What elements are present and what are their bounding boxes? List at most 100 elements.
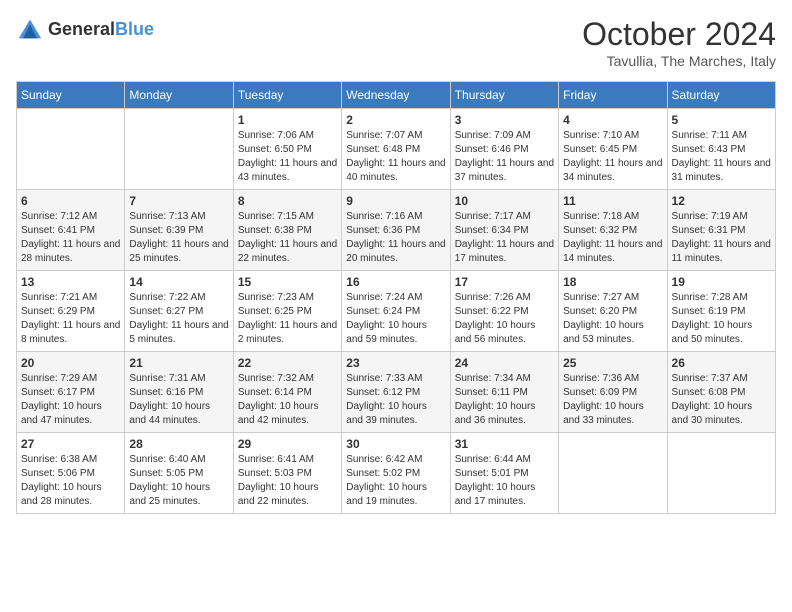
day-number: 27: [21, 437, 120, 451]
day-number: 22: [238, 356, 337, 370]
calendar-cell: 21Sunrise: 7:31 AMSunset: 6:16 PMDayligh…: [125, 352, 233, 433]
calendar-cell: 17Sunrise: 7:26 AMSunset: 6:22 PMDayligh…: [450, 271, 558, 352]
calendar-cell: [667, 433, 775, 514]
day-number: 26: [672, 356, 771, 370]
calendar-cell: 12 Sunrise: 7:19 AMSunset: 6:31 PMDayligh…: [667, 190, 775, 271]
calendar-table: Sunday Monday Tuesday Wednesday Thursday…: [16, 81, 776, 514]
calendar-cell: 14 Sunrise: 7:22 AMSunset: 6:27 PMDayligh…: [125, 271, 233, 352]
day-number: 28: [129, 437, 228, 451]
logo-icon: [16, 16, 44, 44]
day-info: Sunrise: 6:42 AMSunset: 5:02 PMDaylight:…: [346, 453, 445, 509]
day-number: 25: [563, 356, 662, 370]
day-info: Sunrise: 7:07 AMSunset: 6:48 PMDaylight:…: [346, 129, 445, 185]
day-info: Sunrise: 6:40 AMSunset: 5:05 PMDaylight:…: [129, 453, 228, 509]
title-block: October 2024 Tavullia, The Marches, Ital…: [582, 16, 776, 69]
calendar-cell: 10 Sunrise: 7:17 AMSunset: 6:34 PMDayligh…: [450, 190, 558, 271]
day-info: Sunrise: 6:38 AMSunset: 5:06 PMDaylight:…: [21, 453, 120, 509]
day-info: Sunrise: 7:13 AMSunset: 6:39 PMDaylight:…: [129, 210, 228, 266]
day-number: 5: [672, 113, 771, 127]
day-number: 13: [21, 275, 120, 289]
calendar-cell: 31 Sunrise: 6:44 AMSunset: 5:01 PMDayligh…: [450, 433, 558, 514]
day-info: Sunrise: 7:29 AMSunset: 6:17 PMDaylight:…: [21, 372, 120, 428]
day-number: 1: [238, 113, 337, 127]
day-info: Sunrise: 6:41 AMSunset: 5:03 PMDaylight:…: [238, 453, 337, 509]
calendar-week-5: 27 Sunrise: 6:38 AMSunset: 5:06 PMDayligh…: [17, 433, 776, 514]
day-number: 7: [129, 194, 228, 208]
day-number: 9: [346, 194, 445, 208]
calendar-cell: 11 Sunrise: 7:18 AMSunset: 6:32 PMDayligh…: [559, 190, 667, 271]
day-number: 31: [455, 437, 554, 451]
day-number: 6: [21, 194, 120, 208]
calendar-cell: 6 Sunrise: 7:12 AMSunset: 6:41 PMDaylight…: [17, 190, 125, 271]
calendar-cell: 9 Sunrise: 7:16 AMSunset: 6:36 PMDaylight…: [342, 190, 450, 271]
day-number: 14: [129, 275, 228, 289]
day-info: Sunrise: 7:19 AMSunset: 6:31 PMDaylight:…: [672, 210, 771, 266]
day-info: Sunrise: 7:37 AMSunset: 6:08 PMDaylight:…: [672, 372, 771, 428]
calendar-cell: [17, 109, 125, 190]
day-number: 16: [346, 275, 445, 289]
calendar-cell: 5 Sunrise: 7:11 AMSunset: 6:43 PMDaylight…: [667, 109, 775, 190]
calendar-cell: 7 Sunrise: 7:13 AMSunset: 6:39 PMDaylight…: [125, 190, 233, 271]
day-number: 2: [346, 113, 445, 127]
day-number: 3: [455, 113, 554, 127]
day-info: Sunrise: 7:23 AMSunset: 6:25 PMDaylight:…: [238, 291, 337, 347]
calendar-body: 1Sunrise: 7:06 AMSunset: 6:50 PMDaylight…: [17, 109, 776, 514]
logo: GeneralBlue: [16, 16, 154, 44]
calendar-cell: 24 Sunrise: 7:34 AMSunset: 6:11 PMDayligh…: [450, 352, 558, 433]
day-info: Sunrise: 7:18 AMSunset: 6:32 PMDaylight:…: [563, 210, 662, 266]
day-number: 4: [563, 113, 662, 127]
day-info: Sunrise: 7:32 AMSunset: 6:14 PMDaylight:…: [238, 372, 337, 428]
page-header: GeneralBlue October 2024 Tavullia, The M…: [16, 16, 776, 69]
calendar-cell: [125, 109, 233, 190]
calendar-cell: 3 Sunrise: 7:09 AMSunset: 6:46 PMDaylight…: [450, 109, 558, 190]
day-number: 19: [672, 275, 771, 289]
calendar-cell: 16Sunrise: 7:24 AMSunset: 6:24 PMDayligh…: [342, 271, 450, 352]
day-number: 8: [238, 194, 337, 208]
day-info: Sunrise: 7:22 AMSunset: 6:27 PMDaylight:…: [129, 291, 228, 347]
day-number: 24: [455, 356, 554, 370]
col-sunday: Sunday: [17, 82, 125, 109]
calendar-cell: 29Sunrise: 6:41 AMSunset: 5:03 PMDayligh…: [233, 433, 341, 514]
calendar-cell: 1Sunrise: 7:06 AMSunset: 6:50 PMDaylight…: [233, 109, 341, 190]
month-title: October 2024: [582, 16, 776, 53]
day-number: 10: [455, 194, 554, 208]
calendar-cell: 8 Sunrise: 7:15 AMSunset: 6:38 PMDaylight…: [233, 190, 341, 271]
col-friday: Friday: [559, 82, 667, 109]
calendar-cell: 27 Sunrise: 6:38 AMSunset: 5:06 PMDayligh…: [17, 433, 125, 514]
calendar-cell: 13Sunrise: 7:21 AMSunset: 6:29 PMDayligh…: [17, 271, 125, 352]
calendar-cell: 2 Sunrise: 7:07 AMSunset: 6:48 PMDaylight…: [342, 109, 450, 190]
day-number: 15: [238, 275, 337, 289]
day-info: Sunrise: 7:34 AMSunset: 6:11 PMDaylight:…: [455, 372, 554, 428]
day-info: Sunrise: 7:12 AMSunset: 6:41 PMDaylight:…: [21, 210, 120, 266]
col-monday: Monday: [125, 82, 233, 109]
calendar-cell: 22 Sunrise: 7:32 AMSunset: 6:14 PMDayligh…: [233, 352, 341, 433]
calendar-cell: 19 Sunrise: 7:28 AMSunset: 6:19 PMDayligh…: [667, 271, 775, 352]
day-info: Sunrise: 7:36 AMSunset: 6:09 PMDaylight:…: [563, 372, 662, 428]
logo-blue: Blue: [115, 19, 154, 39]
calendar-cell: 20Sunrise: 7:29 AMSunset: 6:17 PMDayligh…: [17, 352, 125, 433]
day-info: Sunrise: 7:17 AMSunset: 6:34 PMDaylight:…: [455, 210, 554, 266]
day-number: 23: [346, 356, 445, 370]
col-saturday: Saturday: [667, 82, 775, 109]
col-tuesday: Tuesday: [233, 82, 341, 109]
calendar-cell: 30Sunrise: 6:42 AMSunset: 5:02 PMDayligh…: [342, 433, 450, 514]
logo-general: General: [48, 19, 115, 39]
day-number: 12: [672, 194, 771, 208]
day-number: 11: [563, 194, 662, 208]
calendar-cell: 15 Sunrise: 7:23 AMSunset: 6:25 PMDayligh…: [233, 271, 341, 352]
calendar-cell: 18Sunrise: 7:27 AMSunset: 6:20 PMDayligh…: [559, 271, 667, 352]
day-info: Sunrise: 7:28 AMSunset: 6:19 PMDaylight:…: [672, 291, 771, 347]
calendar-cell: 26 Sunrise: 7:37 AMSunset: 6:08 PMDayligh…: [667, 352, 775, 433]
calendar-cell: 4 Sunrise: 7:10 AMSunset: 6:45 PMDaylight…: [559, 109, 667, 190]
day-info: Sunrise: 7:10 AMSunset: 6:45 PMDaylight:…: [563, 129, 662, 185]
day-info: Sunrise: 7:15 AMSunset: 6:38 PMDaylight:…: [238, 210, 337, 266]
day-info: Sunrise: 7:11 AMSunset: 6:43 PMDaylight:…: [672, 129, 771, 185]
day-info: Sunrise: 6:44 AMSunset: 5:01 PMDaylight:…: [455, 453, 554, 509]
location: Tavullia, The Marches, Italy: [582, 53, 776, 69]
day-info: Sunrise: 7:33 AMSunset: 6:12 PMDaylight:…: [346, 372, 445, 428]
day-info: Sunrise: 7:16 AMSunset: 6:36 PMDaylight:…: [346, 210, 445, 266]
day-info: Sunrise: 7:27 AMSunset: 6:20 PMDaylight:…: [563, 291, 662, 347]
day-info: Sunrise: 7:09 AMSunset: 6:46 PMDaylight:…: [455, 129, 554, 185]
calendar-cell: 23 Sunrise: 7:33 AMSunset: 6:12 PMDayligh…: [342, 352, 450, 433]
calendar-week-4: 20Sunrise: 7:29 AMSunset: 6:17 PMDayligh…: [17, 352, 776, 433]
